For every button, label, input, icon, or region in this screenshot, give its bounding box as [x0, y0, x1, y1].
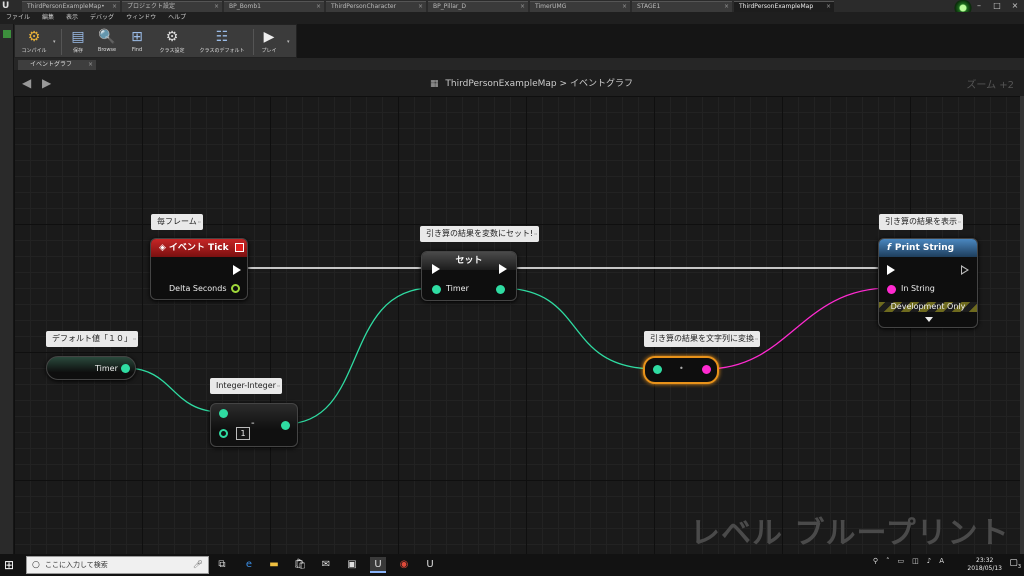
clock-time: 23:32 [976, 557, 994, 564]
timer-getter-label: Timer [95, 364, 118, 373]
timer-out-pin[interactable] [121, 364, 130, 373]
notification-count: 3 [1017, 563, 1021, 570]
int-wire-subtract-to-set [284, 287, 433, 425]
taskbar-clock[interactable]: 23:32 2018/05/13 [967, 557, 1002, 573]
windows-start-icon[interactable]: ⊞ [4, 558, 14, 572]
print-exec-out-pin[interactable] [961, 265, 969, 275]
set-timer-in-pin[interactable] [432, 285, 441, 294]
print-string-title: Print String [894, 243, 955, 253]
subtract-b-value[interactable]: 1 [236, 427, 250, 440]
node-comment-timer[interactable]: デフォルト値「１０」 ▫ [46, 331, 138, 347]
development-only-banner: Development Only [879, 302, 977, 312]
subtract-b-pin[interactable] [219, 429, 228, 438]
subtract-node[interactable]: 1 - [210, 403, 298, 447]
pin-comment-icon[interactable]: ▫ [755, 332, 758, 346]
clock-date: 2018/05/13 [967, 565, 1002, 572]
notification-center-icon[interactable]: ▢3 [1009, 558, 1021, 570]
comment-text: デフォルト値「１０」 [52, 334, 132, 343]
set-timer-out-pin[interactable] [496, 285, 505, 294]
expand-advanced-icon[interactable] [925, 317, 933, 322]
convert-out-pin[interactable] [702, 365, 711, 374]
convert-in-pin[interactable] [653, 365, 662, 374]
string-wire-convert-to-print [705, 287, 891, 370]
comment-text: 引き算の結果を表示 [885, 217, 957, 226]
event-icon: ◈ [159, 243, 166, 253]
pin-comment-icon[interactable]: ▫ [277, 379, 280, 393]
subtract-a-pin[interactable] [219, 409, 228, 418]
node-comment-convert[interactable]: 引き算の結果を文字列に変換 ▫ [644, 331, 760, 347]
battery-icon[interactable]: ▭ [897, 557, 904, 565]
comment-text: Integer-Integer [216, 381, 276, 390]
set-exec-out-pin[interactable] [499, 264, 507, 274]
print-string-header: f Print String [879, 239, 977, 257]
mail-icon[interactable]: ✉ [318, 557, 334, 573]
set-node-title: セット [455, 256, 483, 266]
file-explorer-icon[interactable]: ▬ [266, 557, 282, 573]
set-timer-label: Timer [446, 284, 469, 293]
event-tick-header: ◈ イベント Tick [151, 239, 247, 257]
delta-seconds-pin[interactable] [231, 284, 240, 293]
in-string-label: In String [901, 284, 935, 293]
comment-text: 引き算の結果を文字列に変換 [650, 334, 754, 343]
people-icon[interactable]: ⚲ [873, 557, 878, 565]
delegate-pin-icon[interactable] [235, 243, 244, 252]
search-placeholder: ここに入力して検索 [45, 561, 108, 569]
chrome-icon[interactable]: ◉ [396, 557, 412, 573]
volume-icon[interactable]: ♪ [927, 557, 931, 565]
timer-getter-node[interactable]: Timer [46, 356, 136, 380]
system-tray: ⚲ ˄ ▭ ◫ ♪ A [873, 557, 944, 565]
event-tick-node[interactable]: ◈ イベント Tick Delta Seconds [150, 238, 248, 300]
print-string-node[interactable]: f Print String In String Development Only [878, 238, 978, 328]
edge-browser-icon[interactable]: e [241, 557, 257, 573]
unreal-taskbar-icon[interactable]: U [422, 557, 438, 573]
node-comment-event-tick[interactable]: 毎フレーム ▫ [151, 214, 203, 230]
pin-comment-icon[interactable]: ▫ [198, 215, 201, 229]
int-wire-set-to-convert [499, 287, 657, 370]
set-exec-in-pin[interactable] [432, 264, 440, 274]
node-comment-print[interactable]: 引き算の結果を表示 ▫ [879, 214, 963, 230]
subtract-out-pin[interactable] [281, 421, 290, 430]
int-to-string-node[interactable]: • [643, 356, 719, 384]
comment-text: 毎フレーム [157, 217, 197, 226]
windows-taskbar: ⊞ ○ ここに入力して検索 🎤︎ ⧉ e ▬ 🛍︎ ✉ ▣ U ◉ U ⚲ ˄ … [0, 554, 1024, 576]
microphone-icon[interactable]: 🎤︎ [193, 557, 203, 573]
event-tick-title: イベント Tick [168, 243, 229, 253]
subtract-operator: - [251, 418, 255, 429]
chevron-up-icon[interactable]: ˄ [886, 557, 890, 565]
delta-seconds-label: Delta Seconds [169, 284, 227, 293]
print-exec-in-pin[interactable] [887, 265, 895, 275]
search-icon: ○ [32, 560, 40, 570]
epic-launcher-icon[interactable]: ▣ [344, 557, 360, 573]
node-comment-subtract[interactable]: Integer-Integer ▫ [210, 378, 282, 394]
function-icon: f [887, 243, 891, 253]
unreal-editor-taskbar-icon[interactable]: U [370, 557, 386, 573]
int-wire-timer-to-subtract [124, 367, 223, 413]
pin-comment-icon[interactable]: ▫ [535, 227, 538, 241]
set-timer-node[interactable]: セット Timer [421, 251, 517, 301]
pin-comment-icon[interactable]: ▫ [133, 332, 136, 346]
network-icon[interactable]: ◫ [912, 557, 919, 565]
in-string-pin[interactable] [887, 285, 896, 294]
comment-text: 引き算の結果を変数にセット! [426, 229, 534, 238]
exec-out-pin[interactable] [233, 265, 241, 275]
taskbar-search-box[interactable]: ○ ここに入力して検索 🎤︎ [26, 556, 209, 574]
pin-comment-icon[interactable]: ▫ [958, 215, 961, 229]
convert-dot-icon: • [679, 364, 684, 373]
input-method-icon[interactable]: A [939, 557, 944, 565]
node-comment-set[interactable]: 引き算の結果を変数にセット! ▫ [420, 226, 540, 242]
store-icon[interactable]: 🛍︎ [292, 557, 308, 573]
task-view-icon[interactable]: ⧉ [214, 557, 230, 573]
